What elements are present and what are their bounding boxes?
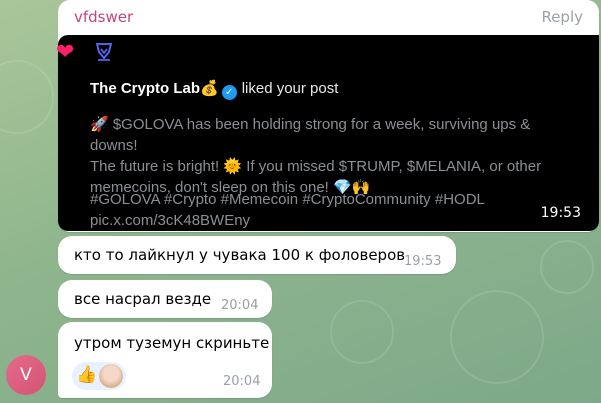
message-time: 20:04 xyxy=(223,374,261,389)
background-doodle xyxy=(0,60,54,134)
message-text: утром туземун скриньте xyxy=(74,334,270,352)
avatar[interactable]: V xyxy=(6,355,46,395)
post-tags: #GOLOVA #Crypto #Memecoin #CryptoCommuni… xyxy=(90,189,580,231)
background-doodle xyxy=(330,300,394,364)
reactor-avatar xyxy=(99,364,123,388)
bot-logo-icon xyxy=(95,43,113,61)
reaction-pill[interactable]: 👍 xyxy=(72,362,126,390)
sender-name[interactable]: vfdswer xyxy=(74,8,133,26)
account-name[interactable]: The Crypto Lab💰 xyxy=(90,80,219,97)
reply-button[interactable]: Reply xyxy=(541,8,583,26)
post-line: The future is bright! 🌞 If you missed $T… xyxy=(90,158,542,175)
message-time: 20:04 xyxy=(221,298,259,313)
thumbs-up-icon: 👍 xyxy=(76,365,98,385)
hashtags[interactable]: #GOLOVA #Crypto #Memecoin #CryptoCommuni… xyxy=(90,189,580,210)
notification-line: The Crypto Lab💰 ✓ liked your post xyxy=(90,79,338,100)
background-doodle xyxy=(540,240,594,294)
verified-icon: ✓ xyxy=(221,85,237,100)
action-text: liked your post xyxy=(241,80,339,97)
post-text: 🚀 $GOLOVA has been holding strong for a … xyxy=(90,114,580,198)
message-text: все насрал везде xyxy=(74,290,212,308)
message-text: кто то лайкнул у чувака 100 к фоловеров xyxy=(74,246,406,264)
message-time: 19:53 xyxy=(404,254,442,269)
embed-timestamp: 19:53 xyxy=(540,205,581,221)
post-line: 🚀 $GOLOVA has been holding strong for a … xyxy=(90,116,531,154)
background-doodle xyxy=(450,290,544,384)
heart-icon: ❤ xyxy=(56,40,75,65)
post-link[interactable]: pic.x.com/3cK48BWEny xyxy=(90,210,580,231)
